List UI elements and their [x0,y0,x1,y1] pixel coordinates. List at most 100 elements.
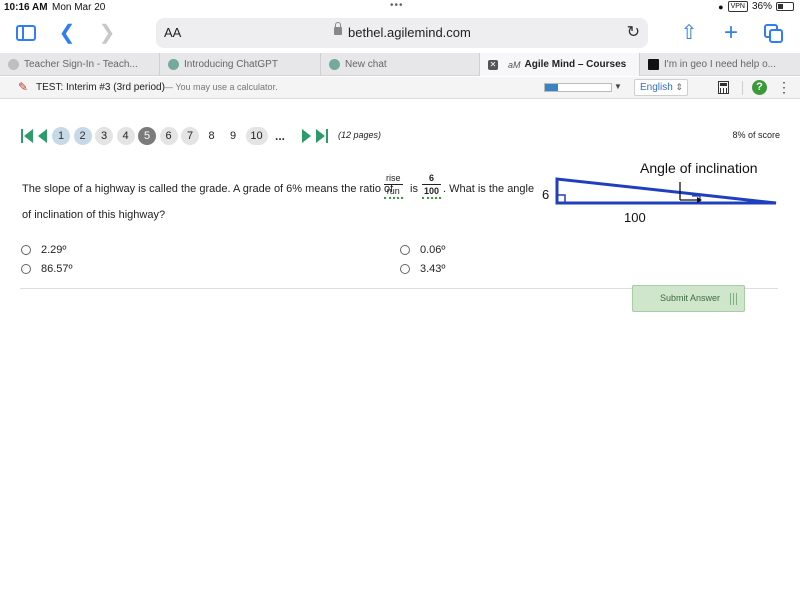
page-number-1[interactable]: 1 [52,127,70,145]
page-number-6[interactable]: 6 [159,127,178,145]
next-page-button[interactable] [302,128,312,144]
fraction-numerator: 6 [422,172,442,185]
calculator-icon[interactable] [718,81,729,94]
calculator-note: — You may use a calculator. [164,82,278,92]
tab-label: Agile Mind – Courses [524,59,627,70]
page-number-7[interactable]: 7 [181,127,199,145]
score-weight: 8% of score [732,130,780,140]
address-bar[interactable]: AA bethel.agilemind.com ↻ [156,18,648,48]
divider [742,81,743,95]
grip-icon [730,293,738,305]
tab-agile-mind[interactable]: ✕ aM Agile Mind – Courses [480,53,640,76]
choice-label: 3.43º [420,263,446,275]
tab-overview-icon[interactable] [760,20,786,46]
page-number-10[interactable]: 10 [245,127,268,145]
question-part1: The slope of a highway is called the gra… [22,183,394,195]
vpn-badge: VPN [727,1,748,12]
last-page-button[interactable] [316,128,332,144]
page-number-8[interactable]: 8 [203,127,221,145]
tab-introducing-chatgpt[interactable]: Introducing ChatGPT [160,53,321,76]
test-progress-bar [544,83,612,92]
chatgpt-icon [329,59,340,70]
previous-page-button[interactable] [38,128,48,144]
url-text[interactable]: bethel.agilemind.com [348,25,471,40]
tab-strip: Teacher Sign-In - Teach... Introducing C… [0,53,800,76]
help-icon[interactable]: ? [752,80,767,95]
choice-label: 86.57º [41,263,73,275]
more-pages-ellipsis[interactable]: ... [275,129,285,143]
share-icon[interactable]: ⇧ [676,20,702,46]
page-numbers: 1 2 3 4 5 6 7 8 9 10... [52,126,285,146]
choice-b[interactable]: 0.06º [400,242,445,258]
tab-label: Teacher Sign-In - Teach... [24,59,138,70]
status-date: Mon Mar 20 [52,2,106,13]
test-title: TEST: Interim #3 (3rd period) [36,82,165,93]
rise-label: 6 [542,187,550,202]
choice-d[interactable]: 3.43º [400,261,445,277]
rise-over-run-fraction: rise run [384,172,403,199]
fraction-numerator: rise [384,173,403,185]
submit-answer-button[interactable]: Submit Answer [632,285,745,312]
first-page-button[interactable] [20,128,36,144]
page-number-4[interactable]: 4 [116,127,135,145]
inclination-diagram: Angle of inclination 6 100 [540,158,780,230]
six-over-hundred-fraction: 6 100 [422,172,442,199]
run-label: 100 [624,210,646,225]
new-tab-icon[interactable]: + [718,20,744,46]
status-bar: 10:16 AM Mon Mar 20 ••• ● VPN 36% [0,0,800,14]
radio-button[interactable] [400,264,410,274]
radio-button[interactable] [400,245,410,255]
tab-geo-help[interactable]: I'm in geo I need help o... [640,53,800,76]
status-time: 10:16 AM [4,2,48,13]
sidebar-toggle-icon[interactable] [14,20,40,46]
bookmark-icon [648,59,659,70]
tab-label: I'm in geo I need help o... [664,59,776,70]
page-number-9[interactable]: 9 [224,127,242,145]
page-navigator: 1 2 3 4 5 6 7 8 9 10... (12 pages) 8% of score [20,126,780,146]
language-value: English [640,82,673,93]
page-number-3[interactable]: 3 [95,127,113,145]
question-part2: . What is the angle [443,183,535,195]
page-number-5[interactable]: 5 [138,127,156,145]
fraction-denominator: run [384,185,403,199]
language-select[interactable]: English ⇕ [634,79,688,96]
battery-percent: 36% [751,1,772,12]
chatgpt-icon [168,59,179,70]
tab-teacher-sign-in[interactable]: Teacher Sign-In - Teach... [0,53,160,76]
back-button[interactable]: ❮ [54,20,80,46]
progress-fill [545,84,559,91]
agilemind-logo-icon: aM [508,59,521,70]
browser-toolbar: ❮ ❯ AA bethel.agilemind.com ↻ ⇧ + [0,14,800,52]
page-count: (12 pages) [338,130,382,140]
radio-button[interactable] [21,245,31,255]
teacher-favicon-icon [8,59,19,70]
diagram-title: Angle of inclination [640,160,758,176]
radio-button[interactable] [21,264,31,274]
reader-aa-button[interactable]: AA [164,25,181,40]
lock-icon [334,22,342,35]
choice-c[interactable]: 86.57º [21,261,73,277]
chevron-down-icon[interactable]: ▼ [614,82,622,91]
updown-chevron-icon: ⇕ [675,82,683,92]
tab-new-chat[interactable]: New chat [321,53,480,76]
wifi-icon: ● [718,1,724,12]
multitask-dots-icon[interactable]: ••• [390,0,404,11]
page-number-2[interactable]: 2 [73,127,92,145]
fraction-denominator: 100 [422,185,442,199]
test-header: ✎ TEST: Interim #3 (3rd period) — You ma… [0,77,800,99]
tab-label: New chat [345,59,387,70]
question-line2: of inclination of this highway? [22,209,166,221]
close-tab-icon[interactable]: ✕ [488,59,498,70]
reload-icon[interactable]: ↻ [627,22,640,42]
choice-a[interactable]: 2.29º [21,242,66,258]
submit-label: Submit Answer [660,293,721,303]
status-right: ● VPN 36% [718,1,794,12]
forward-button[interactable]: ❯ [94,20,120,46]
is-word: is [410,183,418,195]
tab-label: Introducing ChatGPT [184,59,278,70]
more-vertical-icon[interactable]: ⋮ [777,79,791,96]
choice-label: 0.06º [420,244,446,256]
triangle-shape [555,177,777,205]
battery-icon [776,2,794,11]
pencil-test-icon: ✎ [18,80,29,94]
